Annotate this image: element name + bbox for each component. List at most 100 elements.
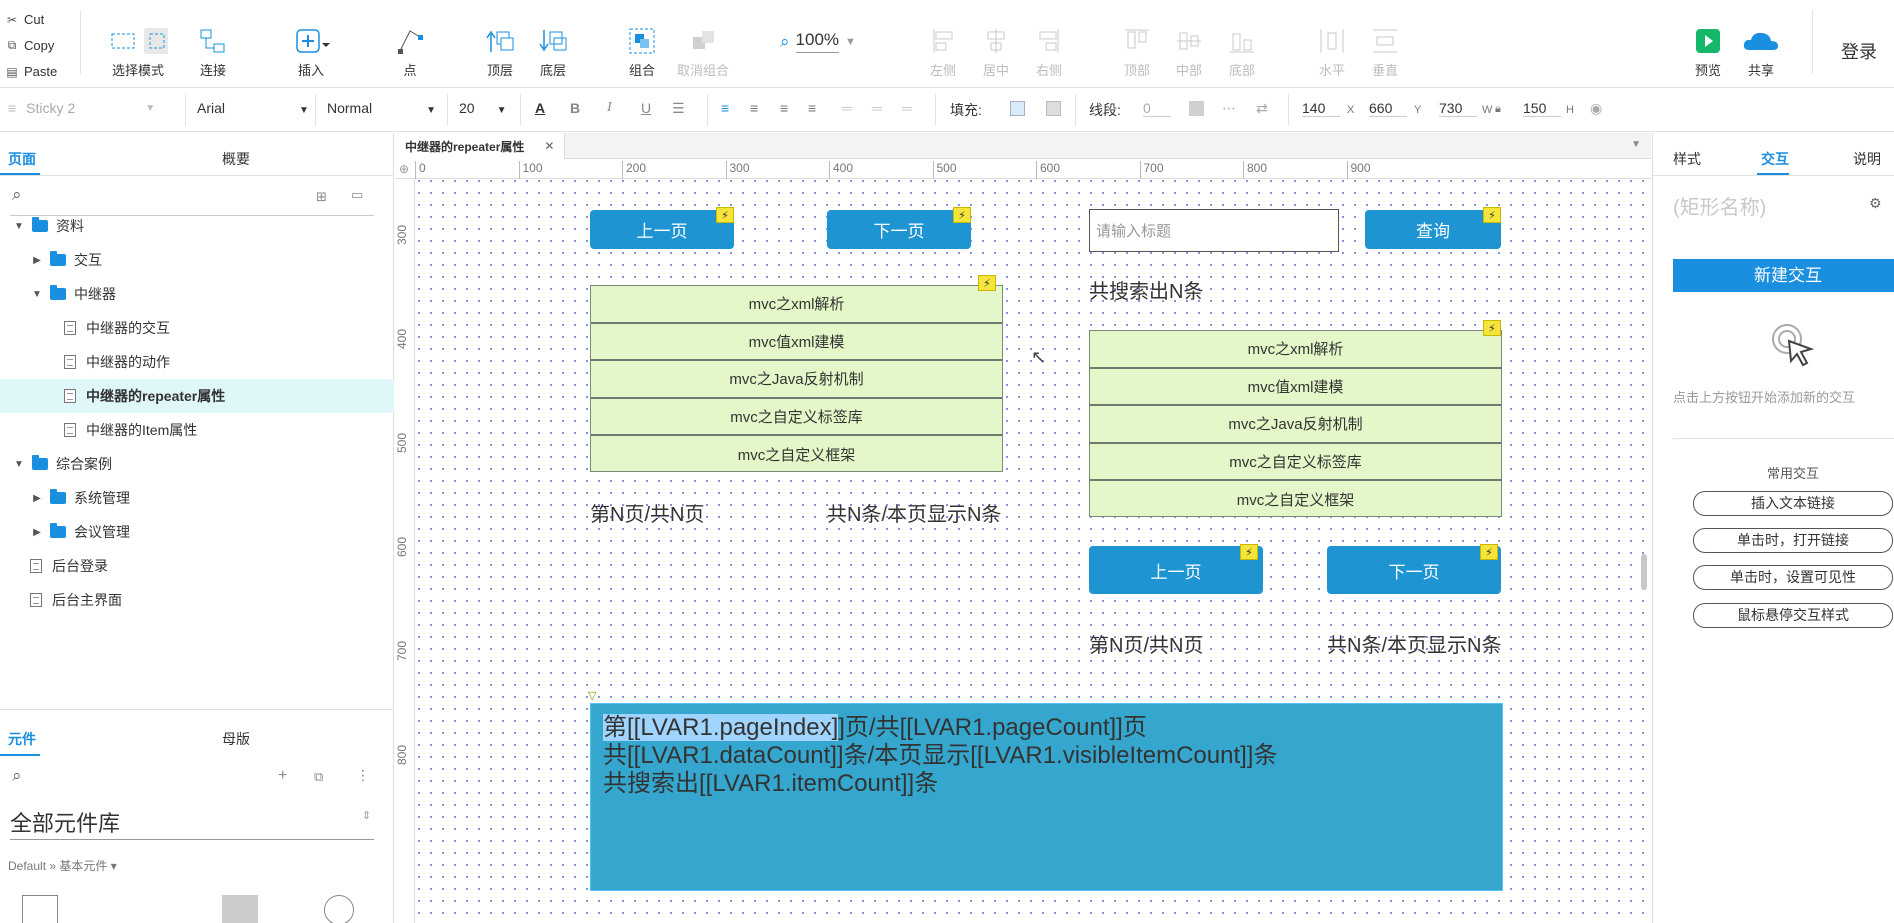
chevron-updown-icon[interactable]: ⇕	[362, 809, 371, 822]
library-title[interactable]: 全部元件库	[10, 806, 120, 838]
tree-item[interactable]: ▼ 资料	[0, 209, 394, 243]
new-interaction-button[interactable]: 新建交互	[1673, 259, 1894, 292]
tree-item[interactable]: 中继器的Item属性	[0, 413, 394, 447]
font-weight-select[interactable]: Normal ▼	[327, 100, 436, 116]
point-button[interactable]: 点	[380, 24, 440, 79]
tree-item[interactable]: ▶ 系统管理	[0, 481, 394, 515]
align-middle-button[interactable]: 中部	[1159, 24, 1219, 79]
x-input[interactable]: 140	[1302, 100, 1340, 117]
lock-ratio-icon[interactable]: 🔒︎	[1495, 103, 1501, 116]
tree-item[interactable]: 中继器的交互	[0, 311, 394, 345]
distribute-vertical-button[interactable]: 垂直	[1355, 24, 1415, 79]
query-button[interactable]: 查询	[1365, 210, 1501, 249]
click-open-link-button[interactable]: 单击时，打开链接	[1693, 528, 1893, 553]
next-page-button-right[interactable]: 下一页	[1327, 546, 1501, 594]
repeater-row[interactable]: mvc之xml解析	[1090, 331, 1501, 369]
preview-button[interactable]: 预览	[1678, 24, 1738, 79]
hover-style-button[interactable]: 鼠标悬停交互样式	[1693, 603, 1893, 628]
copy-button[interactable]: ⧉ Copy	[6, 38, 55, 53]
repeater-row[interactable]: mvc之Java反射机制	[591, 361, 1002, 399]
repeater-row[interactable]: mvc之Java反射机制	[1090, 406, 1501, 444]
style-selector[interactable]: ≡ Sticky 2 ▼	[8, 100, 155, 116]
align-text-left-icon[interactable]: ≡	[721, 100, 729, 116]
repeater-row[interactable]: mvc之xml解析	[591, 286, 1002, 324]
align-top-button[interactable]: 顶部	[1107, 24, 1167, 79]
italic-icon[interactable]: I	[607, 100, 612, 116]
y-input[interactable]: 660	[1369, 100, 1407, 117]
chevron-down-icon[interactable]: ▼	[30, 289, 44, 300]
cut-button[interactable]: ✂ Cut	[6, 12, 44, 27]
chevron-right-icon[interactable]: ▶	[30, 493, 44, 504]
insert-button[interactable]: 插入	[281, 24, 341, 79]
valign-bottom-icon[interactable]: ═	[902, 100, 912, 116]
close-icon[interactable]: ✕	[544, 139, 554, 153]
share-button[interactable]: 共享	[1731, 24, 1791, 79]
ellipse-widget[interactable]	[324, 895, 354, 923]
tree-item[interactable]: ▼ 中继器	[0, 277, 394, 311]
chevron-right-icon[interactable]: ▶	[30, 527, 44, 538]
library-stack-icon[interactable]: ⧉	[314, 769, 323, 785]
tree-item[interactable]: 中继器的动作	[0, 345, 394, 379]
click-set-visibility-button[interactable]: 单击时，设置可见性	[1693, 565, 1893, 590]
next-page-button[interactable]: 下一页	[827, 210, 971, 249]
fill-color-swatch[interactable]	[1010, 101, 1025, 116]
paste-button[interactable]: ▤ Paste	[6, 64, 57, 79]
tree-item[interactable]: 中继器的repeater属性	[0, 379, 394, 413]
canvas-scrollbar[interactable]	[1641, 554, 1647, 590]
tree-item[interactable]: ▶ 交互	[0, 243, 394, 277]
align-center-button[interactable]: 居中	[966, 24, 1026, 79]
tab-notes[interactable]: 说明	[1853, 149, 1881, 169]
font-family-select[interactable]: Arial ▼	[197, 100, 309, 116]
add-library-icon[interactable]: +	[278, 767, 287, 785]
chevron-right-icon[interactable]: ▶	[30, 255, 44, 266]
valign-middle-icon[interactable]: ═	[872, 100, 882, 116]
align-text-justify-icon[interactable]: ≡	[808, 100, 816, 116]
prev-page-button-right[interactable]: 上一页	[1089, 546, 1263, 594]
design-canvas[interactable]: ⊕ 0 100 200 300 400 500 600 700 800 900 300 400 500…	[395, 159, 1651, 923]
stroke-color-swatch[interactable]	[1189, 101, 1204, 116]
font-size-select[interactable]: 20 ▼	[459, 100, 506, 116]
search-icon[interactable]: ⌕	[12, 766, 22, 786]
tab-outline[interactable]: 概要	[222, 149, 250, 169]
library-breadcrumb[interactable]: Default » 基本元件 ▾	[8, 857, 117, 874]
repeater-row[interactable]: mvc之自定义框架	[1090, 481, 1501, 519]
prev-page-button[interactable]: 上一页	[590, 210, 734, 249]
insert-text-link-button[interactable]: 插入文本链接	[1693, 491, 1893, 516]
tab-repeater-page[interactable]: 中继器的repeater属性 ✕	[395, 133, 566, 159]
repeater-right[interactable]: mvc之xml解析 mvc值xml建模 mvc之Java反射机制 mvc之自定义标签库…	[1089, 330, 1502, 517]
tab-interaction[interactable]: 交互	[1761, 149, 1789, 169]
shadow-swatch[interactable]	[1046, 101, 1061, 116]
tab-style[interactable]: 样式	[1673, 149, 1701, 169]
stroke-width-input[interactable]: 0	[1143, 100, 1171, 117]
chevron-down-icon[interactable]: ▼	[12, 459, 26, 470]
h-input[interactable]: 150	[1523, 100, 1561, 117]
bring-to-front-button[interactable]: 顶层	[470, 24, 530, 79]
visibility-eye-icon[interactable]: ◉	[1590, 100, 1602, 117]
chevron-down-icon[interactable]: ▼	[12, 221, 26, 232]
login-link[interactable]: 登录	[1841, 38, 1877, 64]
tab-widgets[interactable]: 元件	[8, 729, 36, 749]
underline-icon[interactable]: U	[641, 100, 651, 116]
add-folder-icon[interactable]: ▭	[351, 187, 363, 203]
group-button[interactable]: 组合	[612, 24, 672, 79]
sticky-note-selected[interactable]: 第[[LVAR1.pageIndex]]页/共[[LVAR1.pageCount…	[590, 703, 1503, 891]
box-widget[interactable]	[22, 895, 58, 923]
repeater-row[interactable]: mvc之自定义标签库	[1090, 444, 1501, 481]
arrow-style-icon[interactable]: ⇄	[1256, 100, 1268, 117]
search-input[interactable]: 请输入标题	[1089, 209, 1339, 252]
tree-item[interactable]: ▶ 会议管理	[0, 515, 394, 549]
align-bottom-button[interactable]: 底部	[1212, 24, 1272, 79]
ungroup-button[interactable]: 取消组合	[673, 24, 733, 79]
bold-icon[interactable]: B	[570, 100, 580, 116]
zoom-control[interactable]: ⌕ 100% ▼	[780, 30, 856, 53]
tab-pages[interactable]: 页面	[8, 149, 36, 169]
repeater-row[interactable]: mvc值xml建模	[591, 324, 1002, 361]
valign-top-icon[interactable]: ═	[842, 100, 852, 116]
distribute-horizontal-button[interactable]: 水平	[1302, 24, 1362, 79]
bullet-list-icon[interactable]: ☰	[672, 100, 685, 117]
tree-item[interactable]: 后台主界面	[0, 583, 394, 617]
w-input[interactable]: 730	[1439, 100, 1477, 117]
settings-sliders-icon[interactable]: ⚙	[1869, 195, 1882, 212]
image-widget[interactable]	[222, 895, 258, 923]
connect-button[interactable]: 连接	[183, 24, 243, 79]
